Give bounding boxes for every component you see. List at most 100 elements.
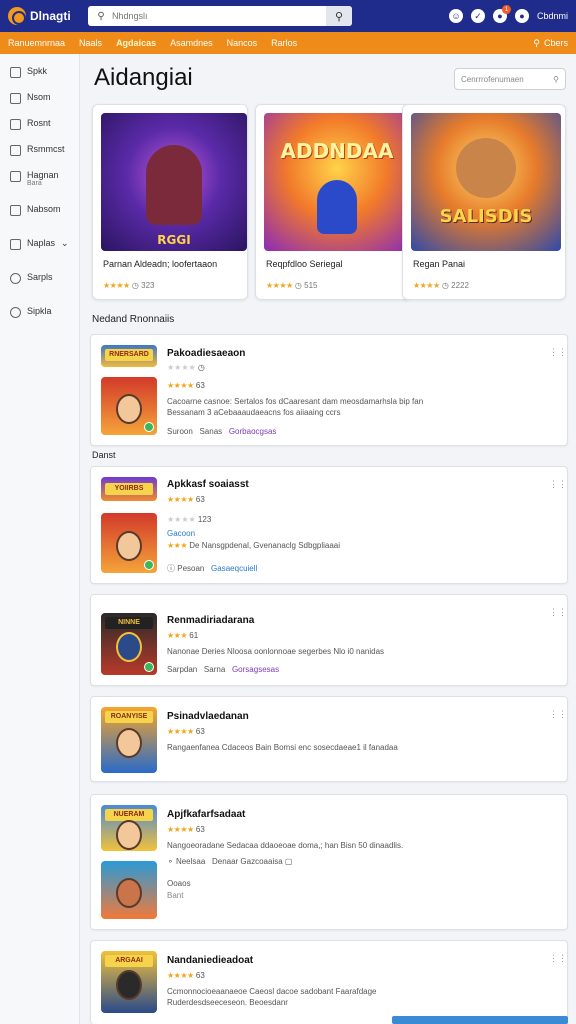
drag-handle-icon[interactable]: ⋮⋮ [549, 347, 567, 357]
item-rating: ★★★★ 63 [167, 381, 205, 390]
shield-icon[interactable]: ✓ [470, 9, 485, 23]
cover-title: ADDNDAA [280, 139, 394, 163]
sidebar-item[interactable]: Rosnt [0, 118, 79, 144]
item-tag: Gacoon [167, 529, 196, 538]
rating-count: 515 [304, 281, 318, 290]
thumbnail-label: YOIIRBS [105, 483, 153, 495]
sidebar-item[interactable]: Spkk [0, 66, 79, 92]
list-item[interactable]: NUERAM Apjfkafarfsadaat ★★★★ 63 Nangoeor… [90, 794, 568, 930]
global-search-input[interactable] [112, 11, 326, 21]
nav-item[interactable]: Naals [79, 38, 102, 48]
item-rating: ★★★★ 63 [167, 971, 205, 980]
game-thumbnail: NUERAM [101, 805, 157, 851]
item-link[interactable]: Gorsagsesas [232, 665, 279, 674]
info-icon: ⓘ [167, 564, 175, 573]
rating-count: 61 [189, 631, 199, 640]
settings-icon [10, 239, 21, 250]
scroll-indicator[interactable] [392, 1016, 568, 1024]
game-thumbnail: ROANYISE [101, 707, 157, 773]
category-nav: Ranuemnrnaa Naals Agdaicas Asamdnes Nanc… [0, 32, 576, 54]
item-link[interactable]: Gasaeqcuiell [211, 564, 257, 573]
list-item[interactable]: NINNE Renmadiriadarana ★★★ 61 Nanonae De… [90, 594, 568, 686]
sidebar-item-sublabel: Bara [27, 180, 42, 187]
item-meta: Suroon Sanas Gorbaocgsas [167, 427, 276, 436]
item-link[interactable]: Gorbaocgsas [229, 427, 277, 436]
game-thumbnail [101, 513, 157, 573]
sidebar-item[interactable]: Nabsom [0, 204, 79, 238]
group-label: Danst [92, 450, 116, 460]
content-search-placeholder: Cenrrrofenumaen [461, 74, 524, 84]
featured-card[interactable]: ADDNDAA Reqpfdloo Seriegal ★★★★ ◷ 515 [255, 104, 411, 300]
featured-card[interactable]: SALISDIS Regan Panai ★★★★ ◷ 2222 [402, 104, 566, 300]
rating-count: 323 [141, 281, 155, 290]
bell-icon[interactable]: ● 1 [492, 5, 511, 23]
drag-handle-icon[interactable]: ⋮⋮ [549, 709, 567, 719]
list-item[interactable]: ROANYISE Psinadvlaedanan ★★★★ 63 Rangaen… [90, 696, 568, 782]
drag-handle-icon[interactable]: ⋮⋮ [549, 607, 567, 617]
nav-item[interactable]: Rarlos [271, 38, 297, 48]
search-icon: ⚲ [533, 37, 540, 48]
sidebar-item[interactable]: Sipkla [0, 306, 79, 340]
calendar-icon [10, 171, 21, 182]
item-rating: ★★★★ 63 [167, 727, 205, 736]
game-cover-image: SALISDIS [411, 113, 561, 251]
featured-rating: ★★★★ ◷ 323 [103, 281, 155, 290]
folder-icon [10, 205, 21, 216]
nav-item-active[interactable]: Agdaicas [116, 38, 156, 48]
drag-handle-icon[interactable]: ⋮⋮ [549, 953, 567, 963]
item-rating-empty: ★★★★ ◷ [167, 363, 205, 372]
drag-handle-icon[interactable]: ⋮⋮ [549, 479, 567, 489]
game-thumbnail: YOIIRBS [101, 477, 157, 501]
star-rating-icon: ★★★ [167, 631, 188, 640]
rating-count: 63 [195, 727, 205, 736]
content-search[interactable]: Cenrrrofenumaen ⚲ [454, 68, 566, 90]
star-rating-icon: ★★★★ [167, 363, 196, 372]
sidebar-item[interactable]: Nsom [0, 92, 79, 118]
item-description: Nanonae Deries Nloosa oonlonnoae segerbe… [167, 647, 385, 656]
list-item[interactable]: ARGAAI Nandaniedieadoat ★★★★ 63 Ccmonnoc… [90, 940, 568, 1024]
section-heading: Nedand Rnonnaiis [92, 314, 175, 325]
rating-count: 63 [195, 381, 205, 390]
item-description-2: Ruderdesdseeceseon. Beoesdanr [167, 998, 288, 1007]
list-item[interactable]: YOIIRBS Apkkasf soaiasst ★★★★ 63 ★★★★ 12… [90, 466, 568, 584]
meta-a: Sarpdan [167, 665, 198, 674]
sidebar-item[interactable]: Rsmmcst [0, 144, 79, 170]
star-rating-icon: ★★★★ [167, 495, 194, 504]
nav-item[interactable]: Ranuemnrnaa [8, 38, 65, 48]
link-icon: ⚬ [167, 857, 174, 866]
search-button[interactable]: ⚲ [326, 6, 352, 26]
list-item[interactable]: RNERSARD Pakoadiesaeaon ★★★★ ◷ ★★★★ 63 C… [90, 334, 568, 446]
cover-title: SALISDIS [439, 206, 533, 227]
item-title: Apjfkafarfsadaat [167, 809, 246, 820]
nav-item[interactable]: Asamdnes [170, 38, 213, 48]
page-title: Aidangiai [94, 64, 193, 91]
nav-item[interactable]: Nancos [227, 38, 258, 48]
sidebar-item[interactable]: Sarpls [0, 272, 79, 306]
item-meta: ⓘ Pesoan Gasaeqcuiell [167, 563, 257, 574]
logo-icon [8, 7, 26, 25]
sidebar-item-label: Rsmmcst [27, 144, 65, 154]
user-icon[interactable]: ☺ [448, 9, 463, 23]
app-logo[interactable]: Dlnagti [8, 7, 86, 25]
sidebar-item-label: Nsom [27, 92, 51, 102]
user-label[interactable]: Cbdnmi [537, 11, 568, 21]
sidebar-item-label: Spkk [27, 66, 48, 76]
sidebar-item-label: Sipkla [27, 306, 52, 316]
game-thumbnail: ARGAAI [101, 951, 157, 1013]
nav-right-link[interactable]: ⚲ Cbers [533, 38, 568, 49]
search-icon: ⚲ [553, 74, 559, 84]
featured-card[interactable]: RGGI Parnan Aldeadn; loofertaaon ★★★★ ◷ … [92, 104, 248, 300]
thumbnail-label: ROANYISE [105, 711, 153, 723]
star-rating-icon: ★★★ [167, 541, 188, 550]
comment-icon[interactable]: ▢ [285, 857, 293, 866]
profile-icon[interactable]: ● [514, 9, 529, 23]
meta-a: Pesoan [177, 564, 205, 573]
sidebar-item[interactable]: Hagnan Bara [0, 170, 79, 204]
cover-title: RGGI [157, 233, 191, 247]
sidebar: Spkk Nsom Rosnt Rsmmcst Hagnan Bara Nabso… [0, 54, 80, 1024]
meta-a: Suroon [167, 427, 193, 436]
sidebar-item[interactable]: Naplas ⌄ [0, 238, 79, 272]
star-rating-icon: ★★★★ [413, 281, 440, 290]
item-description: Ccmonnocioeaanaeoe Caeosl dacoe sadobant… [167, 987, 377, 996]
globe-icon [10, 273, 21, 284]
